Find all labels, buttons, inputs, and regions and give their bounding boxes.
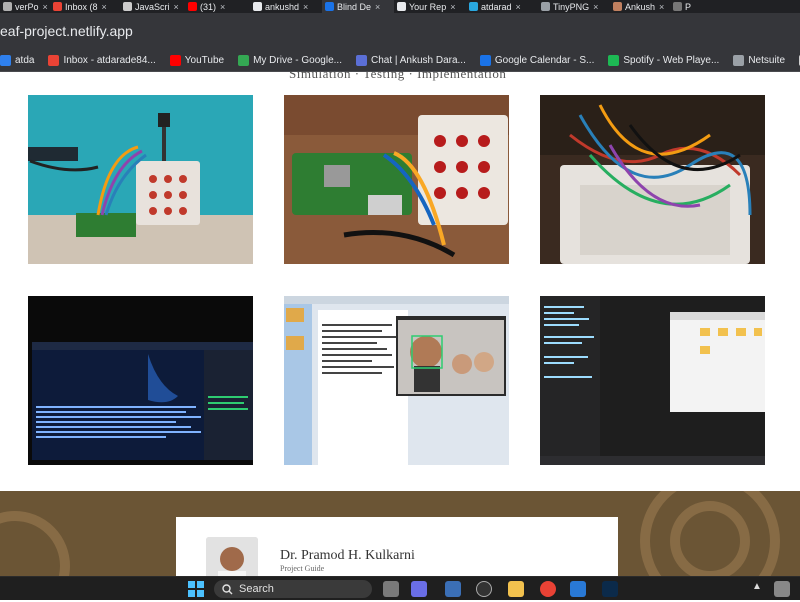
vscode-icon[interactable] <box>570 581 586 597</box>
bookmark-favicon-icon <box>238 55 250 66</box>
bookmark-favicon-icon <box>608 55 620 66</box>
guide-avatar <box>206 537 258 576</box>
bookmark-label: Chat | Ankush Dara... <box>370 55 466 66</box>
bookmark-item[interactable]: atda <box>0 55 34 66</box>
wifi-icon[interactable] <box>774 581 790 597</box>
section-heading: Simulation · Testing · Implementation <box>289 72 507 81</box>
tab-label: JavaScri <box>135 1 170 12</box>
photoshop-icon[interactable] <box>602 581 618 597</box>
guide-card: Dr. Pramod H. Kulkarni Project Guide <box>176 517 618 576</box>
github-icon[interactable] <box>476 581 492 597</box>
bookmark-favicon-icon <box>479 55 491 66</box>
browser-tab[interactable]: TinyPNG × <box>538 0 610 13</box>
bookmark-label: Google Calendar - S... <box>494 55 595 66</box>
browser-tab[interactable]: Ankush × <box>610 0 670 13</box>
tab-favicon-icon <box>53 2 62 11</box>
bookmark-label: Netsuite <box>748 55 786 66</box>
bookmark-item[interactable]: Google Calendar - S... <box>479 55 595 66</box>
tab-close-icon[interactable]: × <box>593 2 598 12</box>
tab-favicon-icon <box>3 2 12 11</box>
bookmark-favicon-icon <box>733 55 745 66</box>
photo-laptop-terminal-output[interactable] <box>28 296 253 465</box>
browser-tab[interactable]: verPo × <box>0 0 50 13</box>
chevron-up-icon[interactable]: ▲ <box>752 581 762 597</box>
chrome-icon[interactable] <box>540 581 556 597</box>
browser-tab[interactable]: (31) × <box>185 0 250 13</box>
tab-close-icon[interactable]: × <box>659 2 664 12</box>
bookmark-item[interactable]: YouTube <box>169 55 225 66</box>
browser-tab[interactable]: atdarad × <box>466 0 538 13</box>
bookmarks-bar: atda Inbox - atdarade84... YouTube My Drive… <box>0 50 800 72</box>
photo-hardware-prototype-blue-wall[interactable] <box>28 95 253 264</box>
tab-label: P <box>685 1 692 12</box>
file-explorer-icon[interactable] <box>508 581 524 597</box>
bookmark-favicon-icon <box>48 55 60 66</box>
tab-favicon-icon <box>541 2 550 11</box>
tab-label: Ankush <box>625 1 656 12</box>
photo-raspberry-pi-desktop-face-detection[interactable] <box>284 296 509 465</box>
bookmark-label: atda <box>15 55 35 66</box>
tab-favicon-icon <box>613 2 622 11</box>
tab-label: (31) <box>200 1 217 12</box>
tab-close-icon[interactable]: × <box>174 2 179 12</box>
bookmark-item[interactable]: Inbox - atdarade84... <box>48 55 156 66</box>
tab-close-icon[interactable]: × <box>43 2 48 12</box>
search-icon <box>222 583 233 594</box>
guide-role: Project Guide <box>280 564 325 573</box>
photo-wiring-inside-box[interactable] <box>540 95 765 264</box>
bookmark-favicon-icon <box>169 55 181 66</box>
bookmark-item[interactable]: My Drive - Google... <box>238 55 342 66</box>
tab-favicon-icon <box>325 2 334 11</box>
tab-close-icon[interactable]: × <box>450 2 455 12</box>
tab-label: ankushd <box>265 1 300 12</box>
store-icon[interactable] <box>445 581 461 597</box>
url-text[interactable]: eaf-project.netlify.app <box>0 23 133 39</box>
bookmark-label: YouTube <box>184 55 225 66</box>
task-view-icon[interactable] <box>383 581 399 597</box>
guide-name: Dr. Pramod H. Kulkarni <box>280 548 415 563</box>
browser-tab[interactable]: JavaScri × <box>120 0 185 13</box>
tab-label: Blind De <box>337 1 372 12</box>
search-label: Search <box>239 583 274 595</box>
tab-favicon-icon <box>673 2 682 11</box>
browser-tab[interactable]: Blind De × <box>322 0 394 13</box>
browser-tab[interactable]: ankushd × <box>250 0 322 13</box>
bookmark-favicon-icon <box>355 55 367 66</box>
tab-favicon-icon <box>469 2 478 11</box>
tab-label: Inbox (8 <box>65 1 98 12</box>
bookmark-label: Spotify - Web Playe... <box>623 55 720 66</box>
start-button-icon[interactable] <box>188 581 204 597</box>
tab-label: atdarad <box>481 1 512 12</box>
address-bar[interactable]: eaf-project.netlify.app <box>0 13 800 50</box>
photo-raspberry-pi-buttons-box[interactable] <box>284 95 509 264</box>
taskbar-search[interactable]: Search <box>214 580 372 598</box>
tab-close-icon[interactable]: × <box>102 2 107 12</box>
tab-close-icon[interactable]: × <box>303 2 308 12</box>
bookmark-item[interactable]: Netsuite <box>733 55 785 66</box>
tab-favicon-icon <box>397 2 406 11</box>
tab-label: verPo <box>15 1 39 12</box>
browser-tab[interactable]: P <box>670 0 700 13</box>
page-content: Simulation · Testing · Implementation Dr… <box>0 72 800 576</box>
tab-favicon-icon <box>123 2 132 11</box>
photo-file-explorer-editor[interactable] <box>540 296 765 465</box>
bookmark-item[interactable]: Spotify - Web Playe... <box>608 55 719 66</box>
copilot-icon[interactable] <box>411 581 427 597</box>
tab-close-icon[interactable]: × <box>516 2 521 12</box>
browser-tab[interactable]: Your Rep × <box>394 0 466 13</box>
tab-close-icon[interactable]: × <box>375 2 380 12</box>
tab-label: Your Rep <box>409 1 447 12</box>
bookmark-favicon-icon <box>0 55 11 66</box>
browser-tab[interactable]: Inbox (8 × <box>50 0 120 13</box>
bookmark-item[interactable]: Chat | Ankush Dara... <box>355 55 466 66</box>
tab-label: TinyPNG <box>553 1 590 12</box>
bookmark-label: Inbox - atdarade84... <box>63 55 156 66</box>
tab-favicon-icon <box>253 2 262 11</box>
tab-close-icon[interactable]: × <box>220 2 225 12</box>
os-taskbar: Search ▲ <box>0 576 800 600</box>
tab-favicon-icon <box>188 2 197 11</box>
bookmark-label: My Drive - Google... <box>253 55 342 66</box>
browser-tab-strip: verPo × Inbox (8 × JavaScri × (31) × ankushd × Bli… <box>0 0 800 13</box>
